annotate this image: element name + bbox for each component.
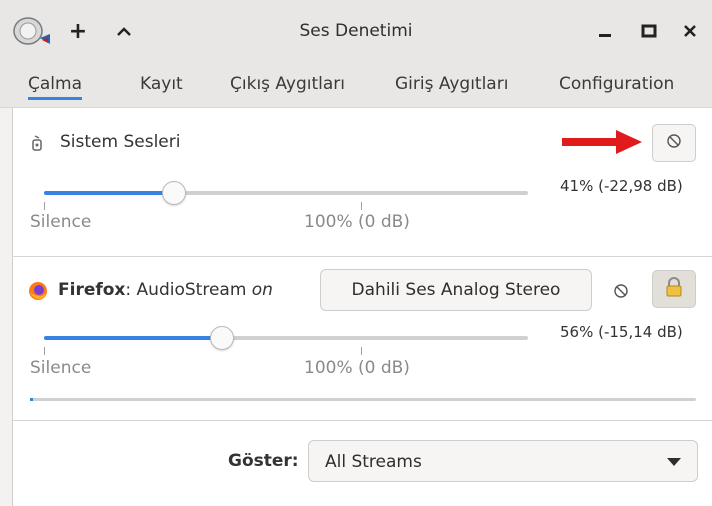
stream-filter-select[interactable]: All Streams (308, 440, 698, 482)
maximize-button[interactable] (634, 14, 664, 48)
row-divider (12, 420, 712, 421)
tab-configuration[interactable]: Configuration (559, 68, 674, 100)
stream-name: AudioStream (136, 280, 247, 300)
lock-icon (664, 276, 684, 302)
scale-tick (44, 347, 45, 355)
volume-slider-knob[interactable] (161, 181, 186, 205)
tab-output-devices[interactable]: Çıkış Aygıtları (230, 68, 345, 100)
separator: : (125, 280, 137, 300)
stream-filter-value: All Streams (325, 452, 422, 472)
row-divider (12, 256, 712, 257)
tab-playback[interactable]: Çalma (28, 68, 82, 100)
lock-channels-button[interactable] (652, 270, 696, 308)
on-label: on (251, 280, 273, 300)
peak-level-fill (30, 398, 34, 401)
scale-label-silence: Silence (30, 358, 92, 378)
system-sounds-icon (30, 134, 44, 152)
stream-title: Firefox: AudioStream on (58, 280, 273, 300)
tab-input-devices[interactable]: Giriş Aygıtları (395, 68, 508, 100)
red-arrow (562, 129, 644, 155)
volume-readout: 56% (-15,14 dB) (560, 323, 683, 341)
title-bar: + Ses Denetimi (0, 0, 712, 62)
scale-label-silence: Silence (30, 212, 92, 232)
mute-icon[interactable] (612, 282, 630, 300)
minimize-button[interactable] (590, 14, 620, 48)
scale-label-100: 100% (0 dB) (304, 358, 410, 378)
stream-name: Sistem Sesleri (60, 132, 181, 152)
volume-slider[interactable] (44, 336, 528, 340)
scale-tick (361, 202, 362, 210)
firefox-icon (28, 281, 48, 301)
scale-label-100: 100% (0 dB) (304, 212, 410, 232)
volume-slider-fill (44, 336, 222, 340)
scale-tick (44, 202, 45, 210)
sound-control-window: + Ses Denetimi Çalma Kayıt Çıkış Aygıtla… (0, 0, 712, 506)
mute-icon (666, 133, 682, 153)
chevron-down-icon (667, 458, 681, 466)
output-device-button[interactable]: Dahili Ses Analog Stereo (320, 269, 592, 311)
volume-slider-fill (44, 191, 174, 195)
app-name: Firefox (58, 280, 126, 300)
volume-slider-knob[interactable] (209, 326, 234, 350)
show-label: Göster: (228, 451, 299, 471)
tab-recording[interactable]: Kayıt (140, 68, 183, 100)
volume-readout: 41% (-22,98 dB) (560, 177, 683, 195)
tab-bar: Çalma Kayıt Çıkış Aygıtları Giriş Aygıtl… (0, 62, 712, 108)
scale-tick (361, 347, 362, 355)
peak-level-meter (30, 398, 696, 401)
volume-slider[interactable] (44, 191, 528, 195)
mute-button[interactable] (652, 124, 696, 162)
close-button[interactable] (676, 14, 704, 48)
